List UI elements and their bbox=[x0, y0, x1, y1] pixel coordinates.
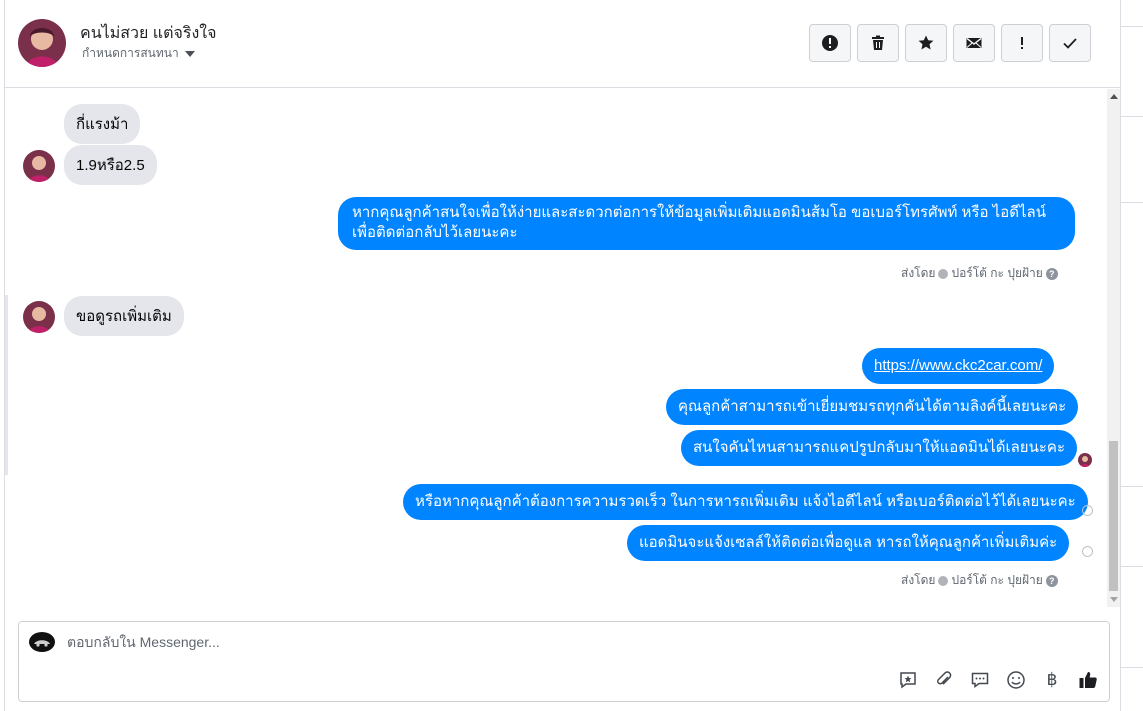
mark-unread-button[interactable] bbox=[953, 24, 995, 62]
contact-avatar[interactable] bbox=[18, 19, 66, 67]
saved-replies-button[interactable] bbox=[969, 669, 991, 691]
sent-by-label: ส่งโดย ปอร์โต้ กะ ปุยฝ้าย ? bbox=[901, 264, 1058, 283]
payment-button[interactable]: ฿ bbox=[1041, 669, 1063, 691]
sent-by-prefix: ส่งโดย bbox=[901, 573, 936, 587]
star-button[interactable] bbox=[905, 24, 947, 62]
incoming-message[interactable]: 1.9หรือ2.5 bbox=[64, 145, 157, 185]
saved-replies-icon bbox=[971, 672, 989, 688]
emoji-icon bbox=[1007, 671, 1025, 689]
incoming-message[interactable]: ขอดูรถเพิ่มเติม bbox=[64, 296, 184, 336]
page-avatar bbox=[29, 632, 55, 652]
sent-by-label: ส่งโดย ปอร์โต้ กะ ปุยฝ้าย ? bbox=[901, 571, 1058, 590]
sticker-reply-icon bbox=[900, 672, 916, 689]
scroll-down-arrow-icon[interactable] bbox=[1110, 597, 1118, 602]
star-icon bbox=[918, 35, 934, 50]
outgoing-message[interactable]: สนใจคันไหนสามารถแคปรูปกลับมาให้แอดมินได้… bbox=[681, 430, 1077, 467]
sticker-reply-button[interactable] bbox=[897, 669, 919, 691]
attach-button[interactable] bbox=[933, 669, 955, 691]
message-thread[interactable]: กี่แรงม้า 1.9หรือ2.5 หากคุณลูกค้าสนใจเพื… bbox=[5, 89, 1105, 607]
outgoing-message[interactable]: คุณลูกค้าสามารถเข้าเยี่ยมชมรถทุกคันได้ตา… bbox=[666, 389, 1079, 426]
conversation-toolbar bbox=[809, 24, 1091, 62]
emoji-button[interactable] bbox=[1005, 669, 1027, 691]
sent-by-name: ปอร์โต้ กะ ปุยฝ้าย bbox=[951, 266, 1043, 280]
scroll-thumb[interactable] bbox=[1109, 441, 1118, 591]
thumbs-up-button[interactable] bbox=[1077, 669, 1099, 691]
delete-button[interactable] bbox=[857, 24, 899, 62]
assign-label: กำหนดการสนทนา bbox=[82, 46, 179, 60]
sent-by-name: ปอร์โต้ กะ ปุยฝ้าย bbox=[951, 573, 1043, 587]
sent-by-prefix: ส่งโดย bbox=[901, 266, 936, 280]
seen-avatar bbox=[1078, 453, 1092, 467]
outgoing-message[interactable]: หากคุณลูกค้าสนใจเพื่อให้ง่ายและสะดวกต่อก… bbox=[338, 197, 1075, 250]
conversation-header: คนไม่สวย แต่จริงใจ กำหนดการสนทนา bbox=[5, 0, 1120, 88]
help-icon[interactable]: ? bbox=[1045, 267, 1058, 280]
thumbs-up-icon bbox=[1079, 672, 1097, 688]
outgoing-message[interactable]: หรือหากคุณลูกค้าต้องการความรวดเร็ว ในการ… bbox=[403, 484, 1088, 521]
paperclip-icon bbox=[937, 671, 952, 685]
thread-scrollbar[interactable] bbox=[1107, 89, 1120, 607]
envelope-icon bbox=[966, 37, 982, 48]
assign-conversation-dropdown[interactable]: กำหนดการสนทนา bbox=[82, 44, 195, 63]
trash-icon bbox=[872, 35, 884, 50]
mark-spam-button[interactable] bbox=[809, 24, 851, 62]
composer-tools: ฿ bbox=[897, 669, 1099, 691]
sent-status-icon bbox=[1082, 546, 1093, 557]
mark-done-button[interactable] bbox=[1049, 24, 1091, 62]
panel-edge bbox=[5, 295, 8, 475]
caret-down-icon bbox=[184, 51, 195, 57]
reply-composer: ฿ bbox=[18, 621, 1110, 702]
incoming-message[interactable]: กี่แรงม้า bbox=[64, 104, 141, 144]
exclamation-icon bbox=[1021, 37, 1023, 49]
scroll-up-arrow-icon[interactable] bbox=[1110, 94, 1118, 99]
verified-icon bbox=[938, 268, 949, 279]
inbox-panel: คนไม่สวย แต่จริงใจ กำหนดการสนทนา กี่แรงม… bbox=[4, 0, 1121, 711]
website-link[interactable]: https://www.ckc2car.com/ bbox=[874, 357, 1042, 374]
outgoing-link-message[interactable]: https://www.ckc2car.com/ bbox=[862, 348, 1055, 385]
verified-icon bbox=[938, 575, 949, 586]
contact-name[interactable]: คนไม่สวย แต่จริงใจ bbox=[80, 21, 216, 46]
contact-avatar-small bbox=[23, 150, 55, 182]
check-icon bbox=[1063, 38, 1077, 49]
alert-circle-icon bbox=[822, 35, 838, 51]
sent-status-icon bbox=[1082, 505, 1093, 516]
follow-up-button[interactable] bbox=[1001, 24, 1043, 62]
outgoing-message[interactable]: แอดมินจะแจ้งเซลล์ให้ติดต่อเพื่อดูแล หารถ… bbox=[627, 525, 1070, 562]
help-icon[interactable]: ? bbox=[1045, 574, 1058, 587]
reply-input[interactable] bbox=[67, 634, 767, 650]
contact-avatar-small bbox=[23, 301, 55, 333]
adjacent-panel-edge bbox=[1121, 0, 1143, 711]
baht-icon: ฿ bbox=[1046, 670, 1058, 689]
